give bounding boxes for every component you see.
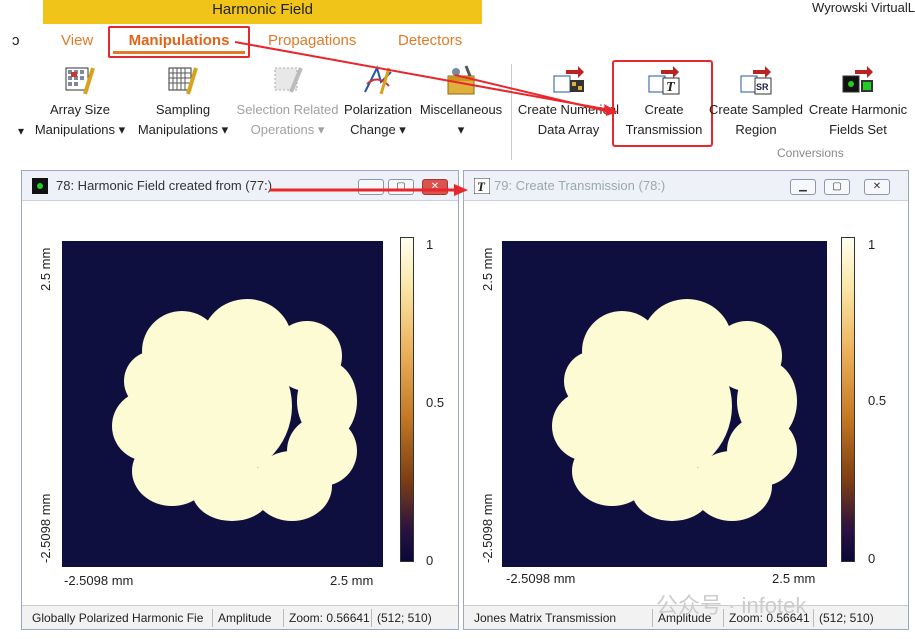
status-size: (512; 510) bbox=[377, 611, 432, 625]
status-field-type: Globally Polarized Harmonic Fie bbox=[32, 611, 204, 625]
selection-icon bbox=[271, 64, 305, 98]
minimize-button[interactable]: ▁ bbox=[790, 179, 816, 195]
x-axis-left-label: -2.5098 mm bbox=[64, 573, 134, 588]
create-transmission-highlight bbox=[612, 60, 713, 147]
harmonic-fields-set-icon bbox=[841, 64, 875, 98]
colorbar-tick-mid: 0.5 bbox=[426, 395, 445, 410]
y-axis-top-label: 2.5 mm bbox=[480, 247, 495, 291]
sampled-region-icon: SR bbox=[739, 64, 773, 98]
colorbar-tick-max: 1 bbox=[426, 237, 434, 252]
app-title: Harmonic Field bbox=[43, 0, 482, 24]
conversions-group-label: Conversions bbox=[777, 146, 844, 160]
status-quantity: Amplitude bbox=[218, 611, 272, 625]
status-zoom: Zoom: 0.56641 bbox=[289, 611, 370, 625]
sampling-button[interactable]: Sampling Manipulations ▾ bbox=[133, 64, 233, 140]
amplitude-plot[interactable] bbox=[502, 241, 827, 567]
array-size-button[interactable]: Array Size Manipulations ▾ bbox=[30, 64, 130, 140]
y-axis-top-label: 2.5 mm bbox=[38, 247, 53, 291]
x-axis-right-label: 2.5 mm bbox=[772, 571, 816, 586]
colorbar-tick-min: 0 bbox=[868, 551, 876, 566]
miscellaneous-button[interactable]: Miscellaneous ▾ bbox=[416, 64, 506, 140]
colorbar-tick-min: 0 bbox=[426, 553, 434, 568]
colorbar-tick-mid: 0.5 bbox=[868, 393, 887, 408]
tab-manipulations-highlight[interactable]: Manipulations bbox=[108, 26, 250, 58]
tab-partial[interactable]: ɔ bbox=[12, 32, 20, 49]
ribbon-left-caret[interactable]: ▾ bbox=[18, 124, 24, 138]
harmonic-field-icon bbox=[32, 178, 48, 194]
selection-operations-button[interactable]: Selection Related Operations ▾ bbox=[235, 64, 340, 140]
status-size: (512; 510) bbox=[819, 611, 874, 625]
grid-pencil-icon bbox=[166, 64, 200, 98]
amplitude-plot[interactable] bbox=[62, 241, 383, 567]
window-title: 79: Create Transmission (78:) bbox=[494, 178, 666, 193]
window-title-bar[interactable]: 78: Harmonic Field created from (77:) ▁ … bbox=[22, 171, 458, 201]
create-sampled-region-button[interactable]: SR Create Sampled Region bbox=[709, 64, 803, 140]
create-transmission-window[interactable]: T 79: Create Transmission (78:) ▁ ▢ ✕ 2.… bbox=[463, 170, 909, 630]
svg-text:T: T bbox=[477, 179, 486, 194]
y-axis-bottom-label: -2.5098 mm bbox=[38, 493, 53, 563]
polarization-change-button[interactable]: Polarization Change ▾ bbox=[342, 64, 414, 140]
ribbon-separator bbox=[511, 64, 512, 160]
brand-text: Wyrowski VirtualL bbox=[812, 0, 915, 15]
status-field-type: Jones Matrix Transmission bbox=[474, 611, 617, 625]
minimize-button[interactable]: ▁ bbox=[358, 179, 384, 195]
tab-detectors[interactable]: Detectors bbox=[398, 32, 462, 49]
x-axis-right-label: 2.5 mm bbox=[330, 573, 374, 588]
maximize-button[interactable]: ▢ bbox=[824, 179, 850, 195]
close-button[interactable]: ✕ bbox=[864, 179, 890, 195]
maximize-button[interactable]: ▢ bbox=[388, 179, 414, 195]
watermark: 公众号 · infotek bbox=[656, 593, 807, 618]
toolbox-icon bbox=[444, 64, 478, 98]
tab-manipulations[interactable]: Manipulations bbox=[113, 30, 245, 54]
colorbar bbox=[841, 237, 855, 562]
y-axis-bottom-label: -2.5098 mm bbox=[480, 493, 495, 563]
harmonic-field-window[interactable]: 78: Harmonic Field created from (77:) ▁ … bbox=[21, 170, 459, 630]
tab-propagations[interactable]: Propagations bbox=[268, 32, 356, 49]
polarization-icon bbox=[361, 64, 395, 98]
transmission-icon: T bbox=[474, 178, 490, 194]
window-title: 78: Harmonic Field created from (77:) bbox=[56, 178, 273, 193]
close-button[interactable]: ✕ bbox=[422, 179, 448, 195]
x-axis-left-label: -2.5098 mm bbox=[506, 571, 576, 586]
create-numerical-data-array-button[interactable]: Create Numerical Data Array bbox=[516, 64, 621, 140]
create-harmonic-fields-set-button[interactable]: Create Harmonic Fields Set bbox=[807, 64, 909, 140]
window-title-bar[interactable]: T 79: Create Transmission (78:) ▁ ▢ ✕ bbox=[464, 171, 908, 201]
tab-view[interactable]: View bbox=[61, 32, 93, 49]
svg-text:SR: SR bbox=[756, 82, 769, 92]
grid-pencil-icon bbox=[63, 64, 97, 98]
colorbar bbox=[400, 237, 414, 562]
numeric-array-icon bbox=[552, 64, 586, 98]
colorbar-tick-max: 1 bbox=[868, 237, 876, 252]
status-bar: Globally Polarized Harmonic Fie Amplitud… bbox=[22, 605, 458, 629]
